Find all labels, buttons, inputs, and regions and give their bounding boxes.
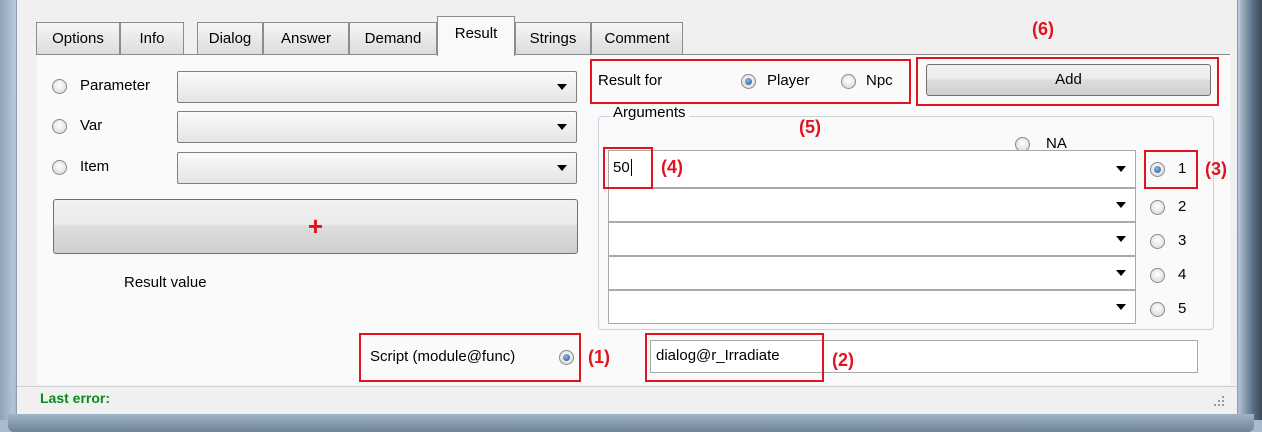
window-border-bottom (8, 414, 1254, 432)
item-radio[interactable] (52, 160, 67, 175)
result-for-label: Result for (598, 72, 663, 89)
argument-3-combo[interactable] (608, 222, 1136, 256)
argument-1-radio[interactable] (1150, 162, 1165, 177)
var-radio[interactable] (52, 119, 67, 134)
result-value-label: Result value (124, 274, 207, 291)
last-error-label: Last error: (40, 390, 111, 406)
argument-1-radio-label: 1 (1178, 160, 1187, 177)
item-combo[interactable] (177, 152, 577, 184)
tab-comment[interactable]: Comment (591, 22, 683, 54)
window-border-right (1240, 0, 1262, 420)
player-radio[interactable] (741, 74, 756, 89)
argument-3-radio-label: 3 (1178, 232, 1187, 249)
argument-4-radio[interactable] (1150, 268, 1165, 283)
argument-1-value[interactable]: 50 (613, 159, 632, 176)
chevron-down-icon (1116, 166, 1126, 172)
chevron-down-icon (1116, 304, 1126, 310)
parameter-combo[interactable] (177, 71, 577, 103)
chevron-down-icon (1116, 236, 1126, 242)
argument-5-radio[interactable] (1150, 302, 1165, 317)
player-label: Player (767, 72, 810, 89)
annotation-6: (6) (1032, 19, 1054, 39)
var-label: Var (80, 117, 103, 134)
script-label: Script (module@func) (370, 348, 516, 365)
argument-2-radio[interactable] (1150, 200, 1165, 215)
script-value[interactable]: dialog@r_Irradiate (656, 347, 780, 364)
argument-4-radio-label: 4 (1178, 266, 1187, 283)
argument-5-radio-label: 5 (1178, 300, 1187, 317)
add-plus-button[interactable]: + (53, 199, 578, 254)
tab-options[interactable]: Options (36, 22, 120, 54)
annotation-1: (1) (588, 347, 610, 367)
resize-grip-icon[interactable] (1212, 394, 1226, 408)
annotation-2: (2) (832, 350, 854, 370)
annotation-5: (5) (799, 117, 821, 137)
tab-strings[interactable]: Strings (515, 22, 591, 54)
parameter-radio[interactable] (52, 79, 67, 94)
argument-2-radio-label: 2 (1178, 198, 1187, 215)
tab-result[interactable]: Result (437, 16, 515, 56)
chevron-down-icon (557, 124, 567, 130)
arguments-label: Arguments (610, 104, 689, 121)
tab-demand[interactable]: Demand (349, 22, 437, 54)
chevron-down-icon (557, 165, 567, 171)
chevron-down-icon (1116, 270, 1126, 276)
tab-info[interactable]: Info (120, 22, 184, 54)
tab-dialog[interactable]: Dialog (197, 22, 263, 54)
item-label: Item (80, 158, 110, 175)
chevron-down-icon (557, 84, 567, 90)
npc-label: Npc (866, 72, 893, 89)
add-button[interactable]: Add (926, 64, 1211, 96)
parameter-label: Parameter (80, 77, 151, 94)
chevron-down-icon (1116, 202, 1126, 208)
annotation-3: (3) (1205, 159, 1227, 179)
argument-3-radio[interactable] (1150, 234, 1165, 249)
argument-2-combo[interactable] (608, 188, 1136, 222)
window-border-left (0, 0, 14, 420)
annotation-4: (4) (661, 157, 683, 177)
var-combo[interactable] (177, 111, 577, 143)
argument-4-combo[interactable] (608, 256, 1136, 290)
npc-radio[interactable] (841, 74, 856, 89)
argument-5-combo[interactable] (608, 290, 1136, 324)
script-radio[interactable] (559, 350, 574, 365)
status-bar (17, 386, 1237, 414)
argument-1-combo[interactable] (608, 150, 1136, 188)
tab-answer[interactable]: Answer (263, 22, 349, 54)
